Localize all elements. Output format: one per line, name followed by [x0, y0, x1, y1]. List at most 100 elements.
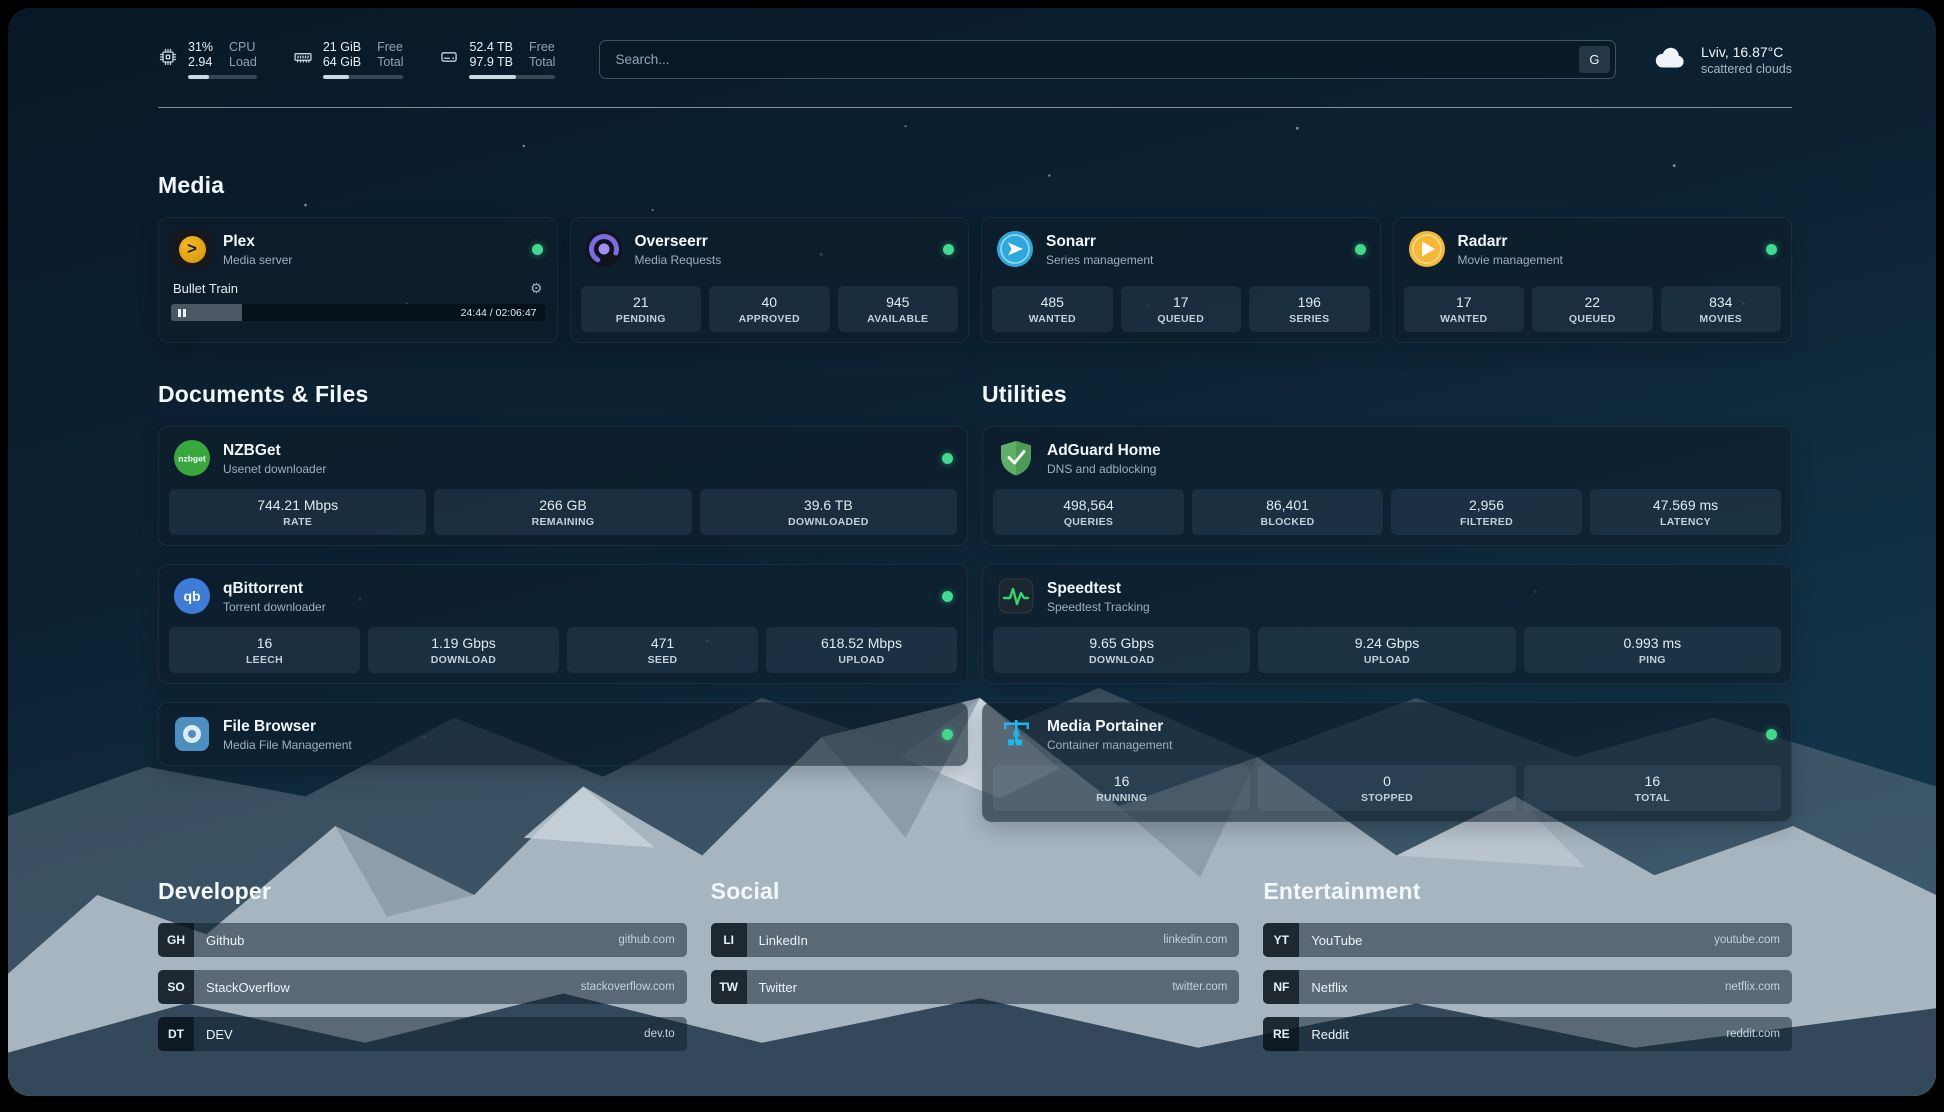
netflix-icon: NF — [1263, 970, 1299, 1004]
disk-total-label: Total — [529, 55, 555, 70]
stat-total: 16 TOTAL — [1524, 765, 1781, 811]
bookmark-linkedin[interactable]: LI LinkedIn linkedin.com — [711, 923, 1240, 957]
memory-metric: 21 GiB Free 64 GiB Total — [293, 40, 404, 79]
disk-metric: 52.4 TB Free 97.9 TB Total — [439, 40, 555, 79]
bookmark-dev[interactable]: DT DEV dev.to — [158, 1017, 687, 1051]
service-name: AdGuard Home — [1047, 441, 1161, 460]
search-input[interactable] — [613, 51, 1579, 68]
service-card-speedtest[interactable]: Speedtest Speedtest Tracking 9.65 Gbps D… — [982, 564, 1792, 684]
memory-free-label: Free — [377, 40, 403, 55]
bookmark-reddit[interactable]: RE Reddit reddit.com — [1263, 1017, 1792, 1051]
stat-rate: 744.21 Mbps RATE — [169, 489, 426, 535]
service-subtitle: Media server — [223, 253, 292, 267]
disk-icon — [439, 47, 459, 72]
service-name: NZBGet — [223, 441, 326, 460]
status-online-dot — [532, 244, 543, 255]
search-engine-badge[interactable]: G — [1579, 46, 1610, 73]
bookmark-twitter[interactable]: TW Twitter twitter.com — [711, 970, 1240, 1004]
stat-available: 945 AVAILABLE — [838, 286, 959, 332]
bookmark-group-developer: Developer GH Github github.com SO StackO… — [158, 878, 687, 1051]
cpu-usage-label: CPU — [229, 40, 257, 55]
speedtest-pulse-icon — [997, 577, 1035, 615]
twitter-icon: TW — [711, 970, 747, 1004]
entertainment-section-title: Entertainment — [1263, 878, 1792, 905]
stat-stopped: 0 STOPPED — [1258, 765, 1515, 811]
service-card-portainer[interactable]: Media Portainer Container management 16 … — [982, 702, 1792, 822]
documents-section-title: Documents & Files — [158, 381, 968, 408]
service-subtitle: Speedtest Tracking — [1047, 600, 1150, 614]
service-card-filebrowser[interactable]: File Browser Media File Management — [158, 702, 968, 766]
system-metrics: 31% CPU 2.94 Load — [158, 40, 555, 79]
service-name: Sonarr — [1046, 232, 1153, 251]
stat-approved: 40 APPROVED — [709, 286, 830, 332]
service-name: qBittorrent — [223, 579, 326, 598]
pause-icon[interactable] — [178, 309, 186, 317]
header-divider — [158, 107, 1792, 108]
nzbget-icon: nzbget — [173, 439, 211, 477]
bookmarks: Developer GH Github github.com SO StackO… — [158, 878, 1792, 1093]
now-playing-title: Bullet Train — [173, 281, 238, 296]
stat-queries: 498,564 QUERIES — [993, 489, 1184, 535]
bookmark-stackoverflow[interactable]: SO StackOverflow stackoverflow.com — [158, 970, 687, 1004]
top-bar: 31% CPU 2.94 Load — [158, 8, 1792, 79]
stat-blocked: 86,401 BLOCKED — [1192, 489, 1383, 535]
service-card-overseerr[interactable]: Overseerr Media Requests 21 PENDING 40 A… — [570, 217, 970, 343]
bookmark-group-social: Social LI LinkedIn linkedin.com TW Twitt… — [711, 878, 1240, 1004]
stackoverflow-icon: SO — [158, 970, 194, 1004]
stat-ping: 0.993 ms PING — [1524, 627, 1781, 673]
service-card-radarr[interactable]: Radarr Movie management 17 WANTED 22 QUE… — [1393, 217, 1793, 343]
status-online-dot — [942, 729, 953, 740]
overseerr-icon — [585, 230, 623, 268]
service-card-plex[interactable]: > Plex Media server Bullet Train ⚙ — [158, 217, 558, 343]
stat-wanted: 485 WANTED — [992, 286, 1113, 332]
stat-remaining: 266 GB REMAINING — [434, 489, 691, 535]
disk-free-label: Free — [529, 40, 555, 55]
stat-pending: 21 PENDING — [581, 286, 702, 332]
github-icon: GH — [158, 923, 194, 957]
weather-location: Lviv, 16.87°C — [1701, 43, 1792, 61]
youtube-icon: YT — [1263, 923, 1299, 957]
status-online-dot — [943, 244, 954, 255]
dashboard-window: 31% CPU 2.94 Load — [8, 8, 1936, 1096]
stat-upload: 9.24 Gbps UPLOAD — [1258, 627, 1515, 673]
service-name: Plex — [223, 232, 292, 251]
service-subtitle: Torrent downloader — [223, 600, 326, 614]
service-card-nzbget[interactable]: nzbget NZBGet Usenet downloader 74 — [158, 426, 968, 546]
service-name: Media Portainer — [1047, 717, 1172, 736]
service-subtitle: Series management — [1046, 253, 1153, 267]
cpu-load-value: 2.94 — [188, 55, 213, 70]
stat-series: 196 SERIES — [1249, 286, 1370, 332]
weather-condition: scattered clouds — [1701, 61, 1792, 77]
status-online-dot — [1355, 244, 1366, 255]
bookmark-netflix[interactable]: NF Netflix netflix.com — [1263, 970, 1792, 1004]
service-subtitle: Movie management — [1458, 253, 1563, 267]
playback-progress-bar[interactable]: 24:44 / 02:06:47 — [171, 304, 545, 321]
service-subtitle: Media File Management — [223, 738, 352, 752]
service-card-adguard[interactable]: AdGuard Home DNS and adblocking 498,564 … — [982, 426, 1792, 546]
stat-queued: 22 QUEUED — [1532, 286, 1653, 332]
disk-total-value: 97.9 TB — [469, 55, 513, 70]
memory-total-label: Total — [377, 55, 403, 70]
stat-download: 9.65 Gbps DOWNLOAD — [993, 627, 1250, 673]
memory-free-value: 21 GiB — [323, 40, 361, 55]
utilities-section-title: Utilities — [982, 381, 1792, 408]
section-utilities: Utilities — [982, 381, 1792, 822]
disk-progress-bar — [469, 75, 555, 79]
service-name: File Browser — [223, 717, 352, 736]
social-section-title: Social — [711, 878, 1240, 905]
playback-time: 24:44 / 02:06:47 — [461, 307, 537, 319]
gear-icon[interactable]: ⚙ — [530, 280, 543, 297]
stat-seed: 471 SEED — [567, 627, 758, 673]
reddit-icon: RE — [1263, 1017, 1299, 1051]
cpu-usage-value: 31% — [188, 40, 213, 55]
service-card-sonarr[interactable]: Sonarr Series management 485 WANTED 17 Q… — [981, 217, 1381, 343]
bookmark-github[interactable]: GH Github github.com — [158, 923, 687, 957]
service-card-qbittorrent[interactable]: qb qBittorrent Torrent downloader — [158, 564, 968, 684]
sonarr-icon — [996, 230, 1034, 268]
bookmark-group-entertainment: Entertainment YT YouTube youtube.com NF … — [1263, 878, 1792, 1051]
qbittorrent-icon: qb — [173, 577, 211, 615]
bookmark-youtube[interactable]: YT YouTube youtube.com — [1263, 923, 1792, 957]
cpu-progress-bar — [188, 75, 257, 79]
service-subtitle: Usenet downloader — [223, 462, 326, 476]
memory-icon — [293, 47, 313, 72]
